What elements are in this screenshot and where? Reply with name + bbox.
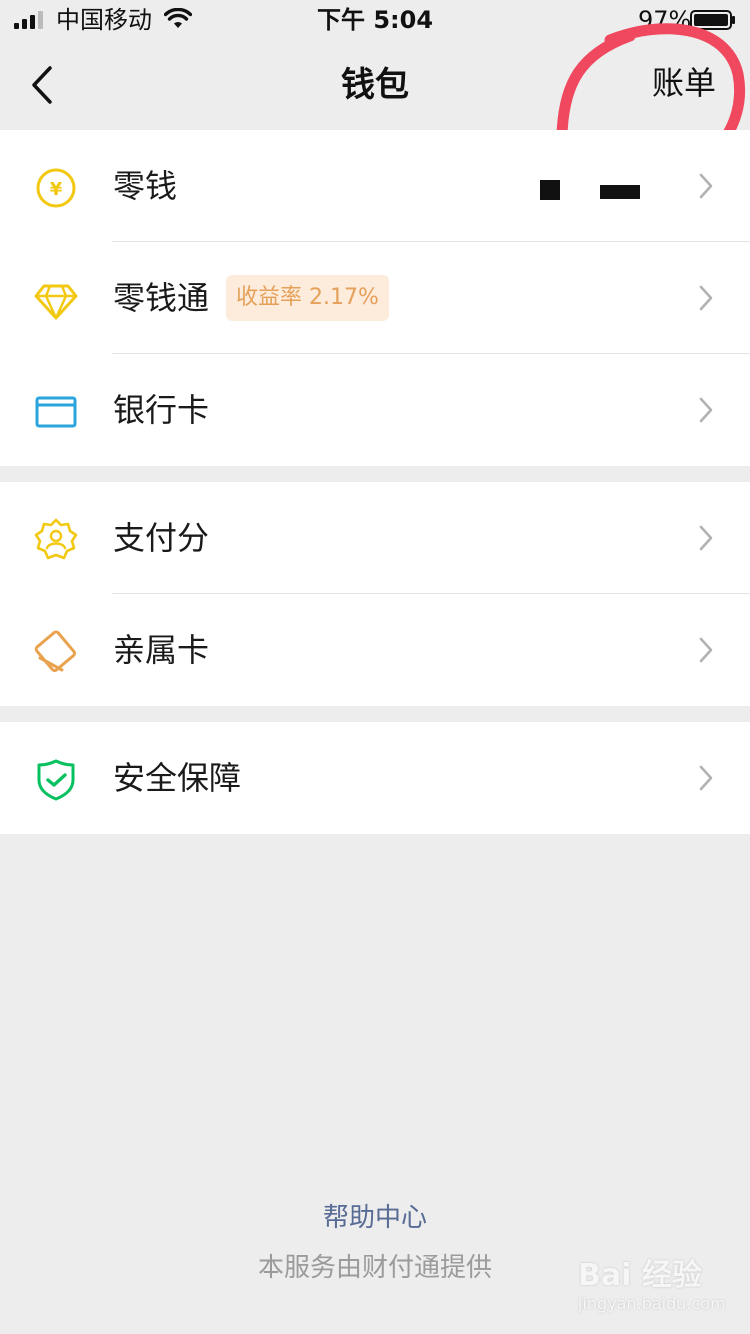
svg-text:¥: ¥ — [50, 179, 63, 200]
shield-icon — [37, 759, 75, 801]
row-label: 安全保障 — [113, 759, 242, 797]
wallet-group-security: 安全保障 — [0, 722, 750, 834]
battery-percentage: 97% — [638, 6, 692, 34]
chevron-right-icon — [699, 765, 713, 791]
navigation-bar: 钱包 账单 — [0, 40, 750, 130]
row-label: 零钱通 — [113, 279, 210, 317]
battery-icon — [690, 10, 735, 30]
chevron-right-icon — [699, 525, 713, 551]
baidu-jingyan-watermark: Bai 经验 jingyan.baidu.com — [578, 1258, 728, 1318]
chevron-right-icon — [699, 173, 713, 199]
row-change-plus[interactable]: 零钱通 收益率 2.17% — [0, 242, 750, 354]
chevron-right-icon — [699, 397, 713, 423]
bill-button[interactable]: 账单 — [652, 62, 716, 104]
chevron-right-icon — [699, 637, 713, 663]
row-change[interactable]: ¥ 零钱 — [0, 130, 750, 242]
row-label: 亲属卡 — [113, 631, 210, 669]
bank-card-icon — [35, 396, 77, 428]
page-title: 钱包 — [341, 65, 409, 105]
redacted-block — [600, 185, 640, 199]
row-label: 银行卡 — [113, 391, 210, 429]
yuan-coin-icon: ¥ — [36, 168, 76, 208]
wallet-group-services: 支付分 亲属卡 — [0, 482, 750, 706]
yield-rate-badge: 收益率 2.17% — [226, 275, 389, 321]
watermark-brand: Bai 经验 — [578, 1258, 702, 1293]
row-security[interactable]: 安全保障 — [0, 722, 750, 834]
row-bank-card[interactable]: 银行卡 — [0, 354, 750, 466]
row-family-card[interactable]: 亲属卡 — [0, 594, 750, 706]
row-label: 支付分 — [113, 519, 210, 557]
chevron-right-icon — [699, 285, 713, 311]
status-bar: 中国移动 下午 5:04 97% — [0, 0, 750, 40]
redacted-block — [540, 180, 560, 200]
watermark-url: jingyan.baidu.com — [578, 1294, 726, 1313]
diamond-icon — [34, 284, 78, 320]
row-label: 零钱 — [113, 167, 178, 205]
family-card-icon — [34, 630, 76, 672]
row-pay-score[interactable]: 支付分 — [0, 482, 750, 594]
pay-score-icon — [34, 518, 78, 560]
wallet-group-balance: ¥ 零钱 零钱通 收益率 2.17% 银行卡 — [0, 130, 750, 466]
help-center-link[interactable]: 帮助中心 — [0, 1200, 750, 1236]
